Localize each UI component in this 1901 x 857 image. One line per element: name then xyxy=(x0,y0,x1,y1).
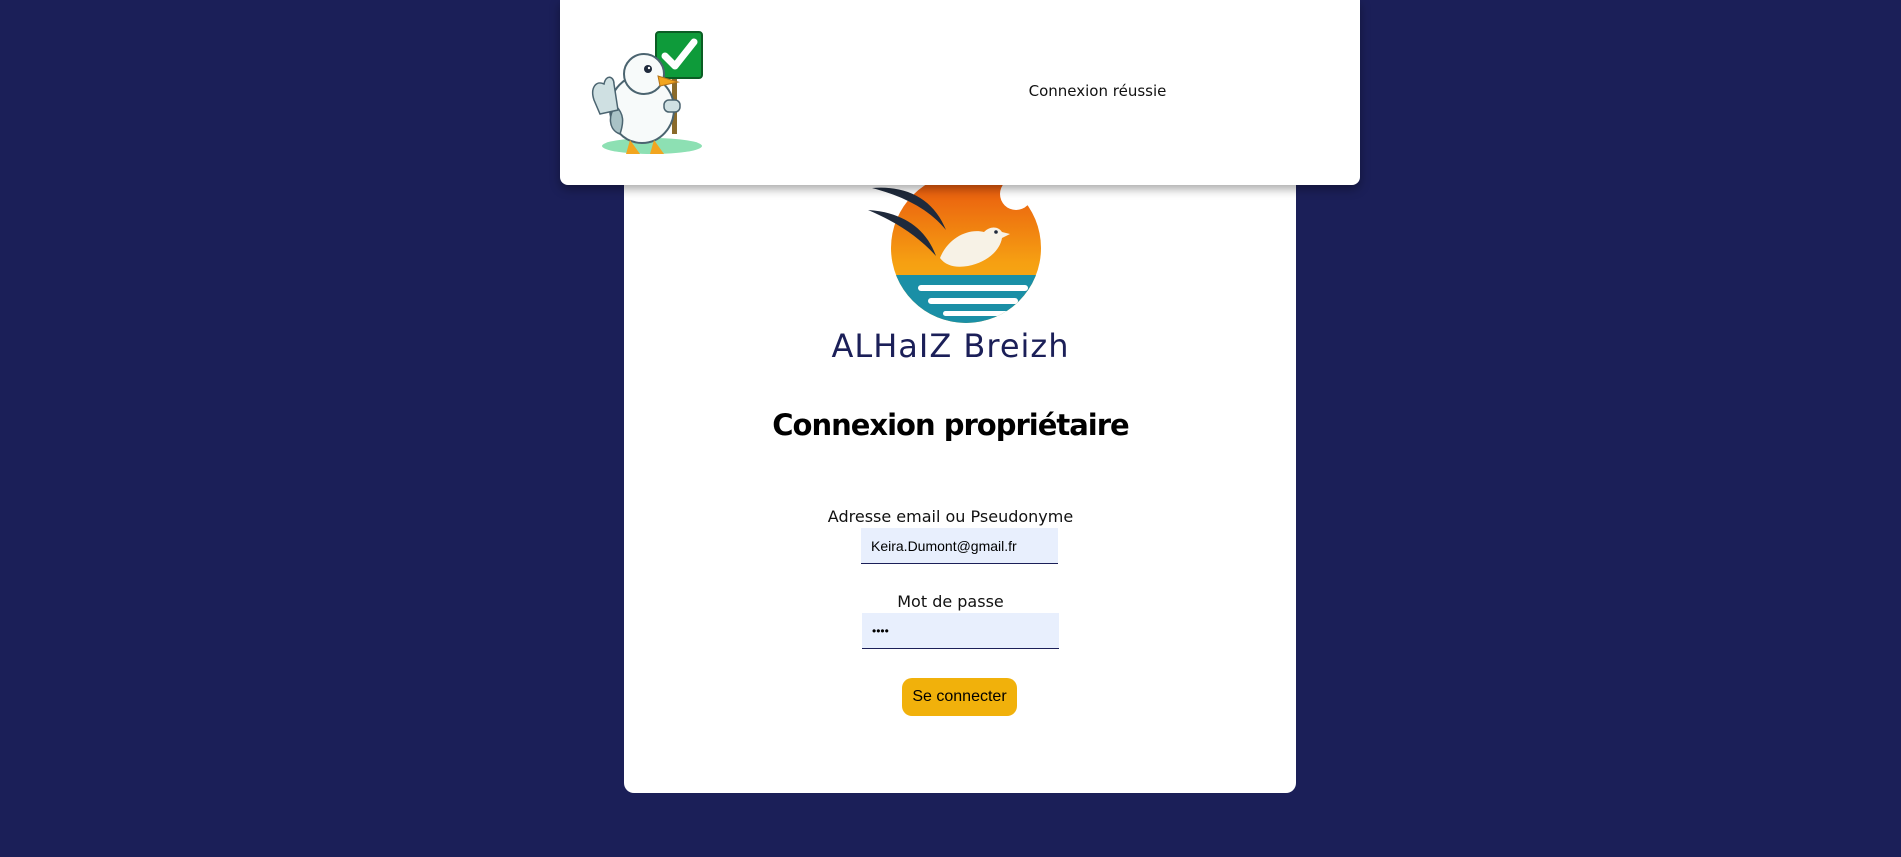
password-label: Mot de passe xyxy=(897,592,1004,611)
seagull-mascot-checkmark-icon xyxy=(592,31,703,154)
toast-message: Connexion réussie xyxy=(1028,82,1167,100)
identifier-input[interactable] xyxy=(861,528,1058,564)
identifier-label: Adresse email ou Pseudonyme xyxy=(827,507,1074,526)
page-title: Connexion propriétaire xyxy=(772,408,1129,442)
success-toast: Connexion réussie xyxy=(560,0,1360,185)
brand-name: ALHaIZ Breizh xyxy=(831,327,1070,365)
brand-logo xyxy=(868,173,1041,323)
password-input[interactable] xyxy=(862,613,1059,649)
login-button[interactable]: Se connecter xyxy=(902,678,1017,716)
